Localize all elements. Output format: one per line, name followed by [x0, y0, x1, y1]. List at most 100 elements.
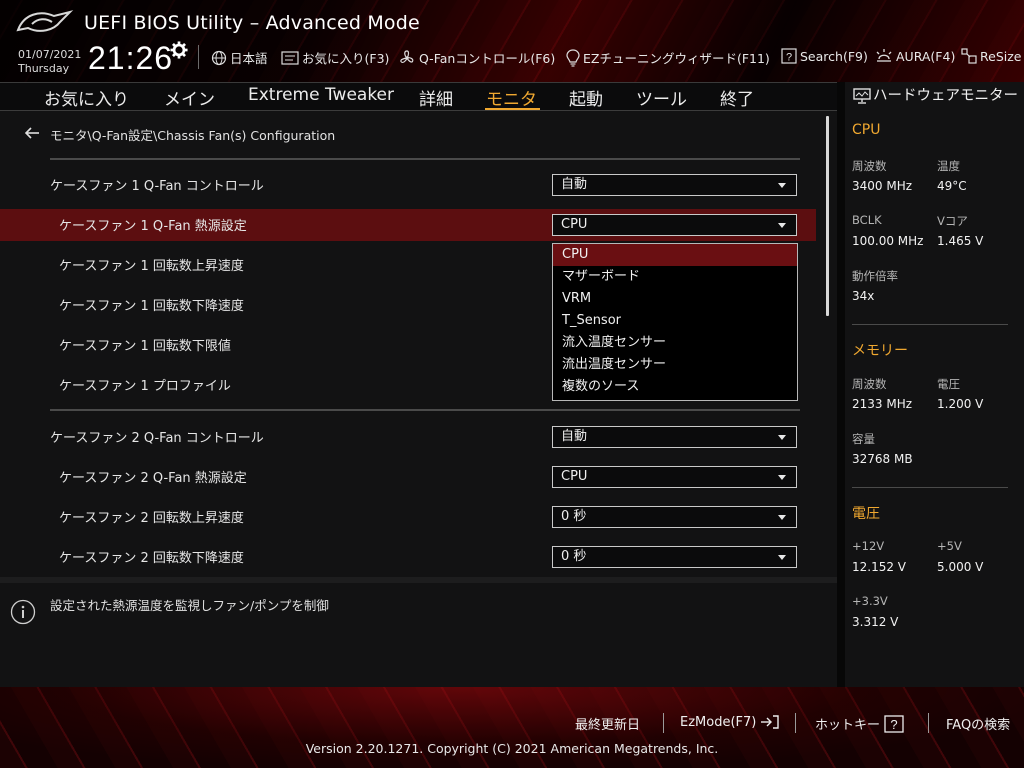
bulb-icon [566, 48, 580, 67]
weekday-text: Thursday [18, 62, 70, 75]
dropdown-option-motherboard[interactable]: マザーボード [553, 266, 797, 288]
memory-capacity-value: 32768 MB [852, 452, 913, 466]
aura-button[interactable]: AURA(F4) [875, 48, 955, 64]
voltage-heading: 電圧 [852, 506, 880, 522]
search-label: Search(F9) [800, 48, 868, 64]
fan2-step-up-value: 0 秒 [561, 509, 587, 524]
fan1-source-label: ケースファン 1 Q-Fan 熱源設定 [59, 219, 247, 234]
fan1-qfan-control-select[interactable]: 自動 [552, 174, 797, 196]
hotkeys-button[interactable]: ホットキー ? [815, 714, 904, 733]
gear-icon[interactable] [170, 41, 188, 59]
memory-freq-label: 周波数 [852, 377, 887, 391]
scrollbar-thumb[interactable] [826, 116, 829, 316]
fan2-qfan-control-label: ケースファン 2 Q-Fan コントロール [50, 431, 264, 446]
fan2-qfan-control-select[interactable]: 自動 [552, 426, 797, 448]
fan1-source-value: CPU [561, 217, 588, 232]
chevron-down-icon [778, 223, 786, 228]
fan2-qfan-control-value: 自動 [561, 429, 588, 444]
globe-icon [211, 50, 227, 65]
memory-heading: メモリー [852, 343, 908, 359]
header-divider [198, 45, 199, 69]
tab-advanced[interactable]: 詳細 [419, 85, 453, 110]
cpu-bclk-label: BCLK [852, 213, 882, 227]
fan2-source-label: ケースファン 2 Q-Fan 熱源設定 [59, 471, 247, 486]
dropdown-option-inlet-sensor[interactable]: 流入温度センサー [553, 332, 797, 354]
fan2-source-select[interactable]: CPU [552, 466, 797, 488]
tab-tool[interactable]: ツール [636, 85, 687, 110]
hotkeys-label: ホットキー [815, 718, 881, 733]
tab-exit[interactable]: 終了 [720, 85, 754, 110]
hwmon-divider [852, 487, 1008, 488]
cpu-bclk-value: 100.00 MHz [852, 234, 924, 248]
language-button[interactable]: 日本語 [211, 48, 268, 67]
chevron-down-icon [778, 435, 786, 440]
chevron-down-icon [778, 515, 786, 520]
fan-icon [400, 49, 414, 63]
help-panel: 設定された熱源温度を監視しファン/ポンプを制御 [0, 583, 837, 687]
qfan-control-button[interactable]: Q-Fanコントロール(F6) [398, 48, 555, 67]
last-modified-label: 最終更新日 [575, 718, 641, 733]
dropdown-option-cpu[interactable]: CPU [553, 244, 797, 266]
tab-extreme-tweaker[interactable]: Extreme Tweaker [248, 85, 394, 105]
v12-value: 12.152 V [852, 560, 907, 574]
v33-value: 3.312 V [852, 615, 899, 629]
search-button[interactable]: ? Search(F9) [781, 48, 868, 64]
cpu-vcore-value: 1.465 V [937, 234, 984, 248]
cpu-heading: CPU [852, 122, 881, 138]
dropdown-option-t-sensor[interactable]: T_Sensor [553, 310, 797, 332]
favorites-button[interactable]: お気に入り(F3) [281, 48, 389, 67]
footer-bar: 最終更新日 EzMode(F7) ホットキー ? FAQの検索 Version … [0, 687, 1024, 768]
faq-search-button[interactable]: FAQの検索 [946, 714, 1010, 733]
last-modified-button[interactable]: 最終更新日 [575, 714, 640, 733]
footer-divider [795, 713, 796, 733]
fan2-step-down-select[interactable]: 0 秒 [552, 546, 797, 568]
cpu-temp-value: 49°C [937, 179, 967, 193]
fan1-source-select[interactable]: CPU [552, 214, 797, 236]
faq-search-label: FAQの検索 [946, 718, 1011, 733]
tab-main[interactable]: メイン [164, 85, 215, 110]
panel-gap [837, 82, 845, 687]
svg-text:?: ? [890, 717, 897, 732]
resize-button[interactable]: ReSize [961, 48, 1021, 64]
fan1-step-up-label[interactable]: ケースファン 1 回転数上昇速度 [59, 255, 244, 274]
ezmode-button[interactable]: EzMode(F7) [680, 714, 780, 730]
v5-label: +5V [937, 539, 962, 553]
clock-time: 21:26 [88, 40, 174, 76]
fan1-speed-low-limit-label[interactable]: ケースファン 1 回転数下限値 [59, 335, 231, 354]
fan1-step-down-label[interactable]: ケースファン 1 回転数下降速度 [59, 295, 244, 314]
tab-boot[interactable]: 起動 [569, 85, 603, 110]
ez-tuning-wizard-button[interactable]: EZチューニングウィザード(F11) [566, 48, 770, 67]
rog-logo-icon [16, 10, 74, 32]
ezmode-label: EzMode(F7) [680, 714, 757, 730]
section-divider [50, 158, 800, 160]
footer-divider [928, 713, 929, 733]
date-display: 01/07/2021 Thursday [18, 48, 81, 76]
fan2-step-up-select[interactable]: 0 秒 [552, 506, 797, 528]
back-arrow-icon[interactable] [24, 125, 40, 141]
cpu-ratio-value: 34x [852, 289, 875, 303]
dropdown-option-outlet-sensor[interactable]: 流出温度センサー [553, 354, 797, 376]
memory-capacity-label: 容量 [852, 432, 875, 446]
section-divider [50, 409, 800, 411]
svg-text:?: ? [786, 52, 792, 64]
main-tab-bar: お気に入り メイン Extreme Tweaker 詳細 モニタ 起動 ツール … [0, 82, 837, 110]
language-label: 日本語 [230, 51, 268, 66]
footer-divider [663, 713, 664, 733]
dropdown-option-vrm[interactable]: VRM [553, 288, 797, 310]
fan2-source-value: CPU [561, 469, 588, 484]
cpu-temp-label: 温度 [937, 159, 960, 173]
tab-monitor[interactable]: モニタ [486, 85, 537, 110]
tab-favorites[interactable]: お気に入り [44, 85, 129, 110]
chevron-down-icon [778, 555, 786, 560]
hwmon-divider [852, 324, 1008, 325]
fan1-qfan-control-label: ケースファン 1 Q-Fan コントロール [50, 179, 264, 194]
cpu-freq-label: 周波数 [852, 159, 887, 173]
version-text: Version 2.20.1271. Copyright (C) 2021 Am… [305, 741, 719, 756]
memory-freq-value: 2133 MHz [852, 397, 913, 411]
dropdown-option-multiple-sources[interactable]: 複数のソース [553, 376, 797, 398]
fan1-profile-label[interactable]: ケースファン 1 プロファイル [59, 375, 231, 394]
app-title: UEFI BIOS Utility – Advanced Mode [84, 12, 420, 34]
search-help-icon: ? [781, 48, 797, 64]
v5-value: 5.000 V [937, 560, 984, 574]
info-icon [10, 599, 36, 625]
